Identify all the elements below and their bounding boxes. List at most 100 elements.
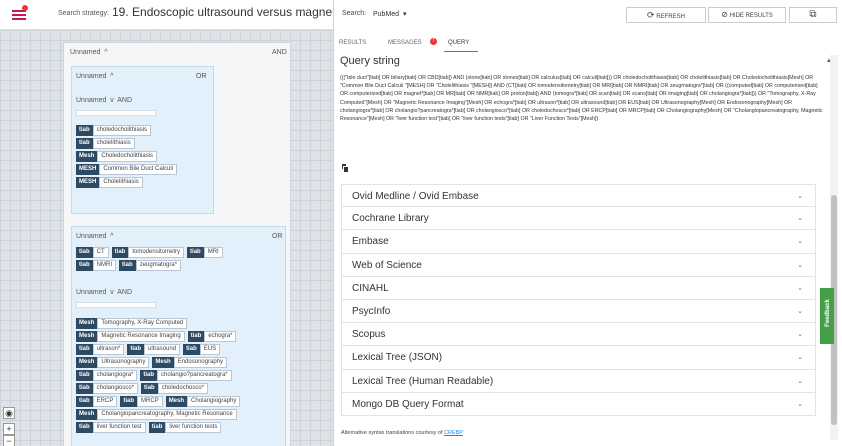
field-tag[interactable]: tiab [187, 331, 205, 342]
open-external-icon[interactable]: ⧉ [789, 7, 837, 23]
field-tag[interactable]: tiab [120, 396, 138, 407]
search-term[interactable]: Common Bile Duct Calculi [99, 164, 178, 175]
chevron-down-icon[interactable]: ⌄ [797, 377, 803, 385]
accordion-item[interactable]: CINAHL ⌄ [341, 276, 816, 300]
field-tag[interactable]: Mesh [76, 318, 98, 329]
field-tag[interactable]: Mesh [76, 331, 98, 342]
accordion-item[interactable]: Lexical Tree (JSON) ⌄ [341, 346, 816, 370]
group2-operator[interactable]: OR [272, 233, 283, 240]
field-tag[interactable]: tiab [76, 396, 93, 407]
search-term[interactable]: cholelithiasis [92, 138, 135, 149]
field-tag[interactable]: tiab [148, 422, 166, 433]
search-term[interactable]: tomodensitometry [128, 247, 185, 258]
chevron-down-icon[interactable]: ⌄ [797, 192, 803, 200]
search-term[interactable]: Ultrasonography [97, 357, 150, 368]
search-term[interactable]: CT [92, 247, 109, 258]
search-term[interactable]: Cholangiography [187, 396, 241, 407]
field-tag[interactable]: tiab [119, 260, 136, 271]
search-term[interactable]: Magnetic Resonance Imaging [97, 331, 185, 342]
strategy-title[interactable]: 19. Endoscopic ultrasound versus magneti… [112, 5, 332, 19]
root-node[interactable]: 15552 Unnamed ^ AND Unnamed ^ OR Unnamed… [63, 42, 291, 446]
refresh-button[interactable]: ⟳ REFRESH [626, 7, 706, 23]
group2-header[interactable]: Unnamed ^ [76, 233, 114, 240]
chevron-up-icon[interactable]: ^ [108, 73, 113, 80]
search-term[interactable]: ultrasound [144, 344, 181, 355]
search-term[interactable]: MRI [203, 247, 223, 258]
field-tag[interactable]: MESH [76, 164, 100, 175]
root-operator[interactable]: AND [272, 49, 287, 56]
database-select[interactable]: PubMed ▾ [373, 10, 407, 18]
group1-header[interactable]: Unnamed ^ [76, 73, 114, 80]
chevron-down-icon[interactable]: v [108, 289, 115, 296]
field-tag[interactable]: tiab [187, 247, 204, 258]
chevron-down-icon[interactable]: v [108, 97, 115, 104]
tab-query[interactable]: QUERY [448, 40, 469, 46]
tab-results[interactable]: RESULTS [339, 40, 366, 46]
group-node-2[interactable]: Unnamed ^ OR tiab CT tiab tomodensitometry t… [71, 226, 286, 446]
field-tag[interactable]: tiab [140, 370, 158, 381]
hide-results-button[interactable]: ⊘ HIDE RESULTS [708, 7, 786, 23]
search-term[interactable]: liver function tests [165, 422, 222, 433]
tab-messages[interactable]: MESSAGES [388, 40, 422, 46]
panel-scrollbar[interactable] [830, 55, 838, 440]
group1-operator[interactable]: OR [196, 73, 207, 80]
search-term[interactable]: cholangiosco* [92, 383, 139, 394]
field-tag[interactable]: tiab [76, 383, 93, 394]
field-tag[interactable]: tiab [76, 344, 93, 355]
chevron-up-icon[interactable]: ^ [108, 233, 113, 240]
search-term[interactable]: MRCP [137, 396, 163, 407]
search-term[interactable]: ERCP [92, 396, 118, 407]
chevron-down-icon[interactable]: ⌄ [797, 353, 803, 361]
search-term[interactable]: Choledocholithiasis [97, 151, 158, 162]
chevron-down-icon[interactable]: ⌄ [797, 214, 803, 222]
accordion-item[interactable]: Web of Science ⌄ [341, 253, 816, 277]
search-term[interactable]: liver function test [92, 422, 146, 433]
root-node-header[interactable]: Unnamed ^ [70, 49, 108, 56]
field-tag[interactable]: Mesh [165, 396, 188, 407]
chevron-down-icon[interactable]: ⌄ [797, 330, 803, 338]
search-term[interactable]: cholangio?pancreatogra* [157, 370, 232, 381]
chevron-down-icon[interactable]: ⌄ [797, 284, 803, 292]
field-tag[interactable]: tiab [127, 344, 145, 355]
field-tag[interactable]: tiab [76, 125, 93, 136]
accordion-item[interactable]: Scopus ⌄ [341, 323, 816, 347]
field-tag[interactable]: tiab [76, 370, 93, 381]
search-term[interactable]: echogra* [204, 331, 237, 342]
accordion-item[interactable]: Mongo DB Query Format ⌄ [341, 392, 816, 416]
chevron-down-icon[interactable]: ⌄ [797, 400, 803, 408]
group2-sub-operator[interactable]: AND [117, 289, 132, 296]
accordion-item[interactable]: Ovid Medline / Ovid Embase ⌄ [341, 184, 816, 208]
field-tag[interactable]: MESH [76, 177, 100, 188]
feedback-button[interactable]: Feedback [820, 288, 834, 344]
search-term[interactable]: cholangiogra* [92, 370, 138, 381]
search-term[interactable]: EUS [199, 344, 221, 355]
chevron-up-icon[interactable]: ^ [102, 49, 107, 56]
search-term[interactable]: choledochosco* [157, 383, 209, 394]
search-term[interactable]: ultrason* [92, 344, 125, 355]
empty-subgroup[interactable] [76, 110, 156, 116]
group1-sub-header[interactable]: Unnamed v AND [76, 97, 132, 104]
field-tag[interactable]: Mesh [76, 409, 98, 420]
chevron-down-icon[interactable]: ⌄ [797, 261, 803, 269]
search-term[interactable]: Endosonography [173, 357, 228, 368]
accordion-item[interactable]: Lexical Tree (Human Readable) ⌄ [341, 369, 816, 393]
search-term[interactable]: zeugmatogra* [135, 260, 182, 271]
accordion-item[interactable]: PsycInfo ⌄ [341, 299, 816, 324]
search-term[interactable]: Tomography, X-Ray Computed [97, 318, 188, 329]
field-tag[interactable]: tiab [76, 247, 93, 258]
recenter-icon[interactable]: ◉ [3, 407, 15, 419]
search-term[interactable]: choledocholithiasis [92, 125, 152, 136]
accordion-item[interactable]: Embase ⌄ [341, 230, 816, 254]
field-tag[interactable]: tiab [76, 138, 93, 149]
field-tag[interactable]: tiab [76, 422, 93, 433]
menu-icon[interactable] [12, 10, 26, 20]
field-tag[interactable]: Mesh [152, 357, 174, 368]
field-tag[interactable]: Mesh [76, 357, 98, 368]
search-term[interactable]: Cholelithiasis [99, 177, 143, 188]
field-tag[interactable]: tiab [76, 260, 93, 271]
chevron-down-icon[interactable]: ⌄ [797, 307, 803, 315]
group-node-1[interactable]: Unnamed ^ OR Unnamed v AND tiab choledoch… [71, 66, 214, 214]
zoom-out-button[interactable]: − [3, 435, 15, 446]
group2-sub-header[interactable]: Unnamed v AND [76, 289, 132, 296]
accordion-item[interactable]: Cochrane Library ⌄ [341, 207, 816, 231]
